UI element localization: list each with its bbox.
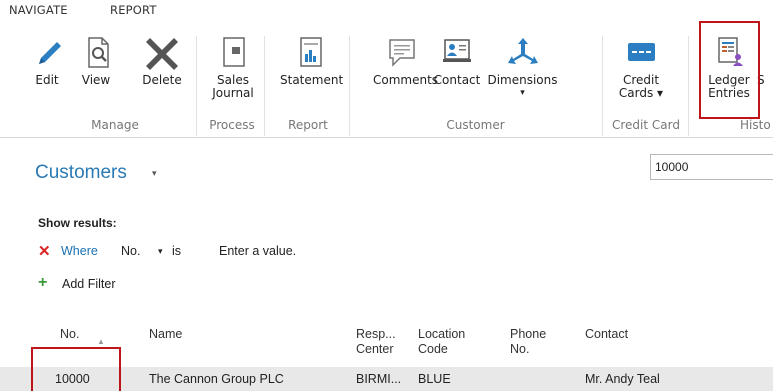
filter-field[interactable]: No.: [121, 244, 140, 258]
add-filter-label: Add Filter: [62, 277, 116, 291]
contact-card-icon: [443, 39, 471, 62]
filter-operator[interactable]: is: [172, 244, 181, 258]
comments-button[interactable]: Comments: [373, 34, 439, 87]
column-header-location-code[interactable]: Location Code: [418, 327, 465, 357]
separator: [602, 36, 603, 136]
highlight-no-cell: [31, 347, 121, 391]
cell-contact[interactable]: Mr. Andy Teal: [585, 372, 660, 386]
column-header-phone-no[interactable]: Phone No.: [510, 327, 546, 357]
contact-button[interactable]: Contact: [432, 34, 482, 87]
column-header-contact[interactable]: Contact: [585, 327, 628, 342]
resp-header-line2: Center: [356, 342, 394, 356]
sort-ascending-icon: ▲: [97, 337, 105, 346]
filter-value-input[interactable]: Enter a value.: [219, 244, 296, 258]
ribbon-divider: [0, 137, 773, 138]
page: NAVIGATE REPORT Edit View Delete Sales J…: [0, 0, 773, 391]
column-header-resp-center[interactable]: Resp... Center: [356, 327, 396, 357]
credit-cards-button[interactable]: Credit Cards ▾: [614, 34, 668, 100]
pencil-icon: [39, 42, 61, 64]
chevron-down-icon: ▾: [520, 88, 525, 98]
statement-chart-icon: [300, 37, 322, 67]
delete-label: Delete: [142, 73, 182, 87]
comment-bubble-icon: [389, 39, 415, 67]
group-label-credit-card: Credit Card: [612, 118, 680, 132]
delete-x-icon: [146, 38, 178, 70]
filter-row: ✕ Where No. ▾ is Enter a value.: [38, 242, 438, 264]
phone-header-line1: Phone: [510, 327, 547, 341]
separator: [349, 36, 350, 136]
location-header-line2: Code: [418, 342, 448, 356]
highlight-ledger-entries: [699, 21, 760, 119]
group-label-customer: Customer: [446, 118, 505, 132]
dimensions-label: Dimensions: [487, 73, 558, 87]
tab-navigate[interactable]: NAVIGATE: [9, 3, 68, 17]
delete-button[interactable]: Delete: [137, 34, 187, 87]
comments-label: Comments: [373, 73, 439, 87]
statement-button[interactable]: Statement: [280, 34, 344, 87]
resp-header-line1: Resp...: [356, 327, 396, 341]
search-input[interactable]: [650, 154, 773, 180]
field-chevron-down-icon[interactable]: ▾: [158, 246, 163, 257]
remove-filter-icon[interactable]: ✕: [38, 242, 51, 260]
edit-label: Edit: [35, 73, 59, 87]
column-header-no[interactable]: No.: [60, 327, 79, 342]
separator: [196, 36, 197, 136]
contact-label: Contact: [433, 73, 481, 87]
cell-name[interactable]: The Cannon Group PLC: [149, 372, 284, 386]
journal-icon: [223, 37, 245, 67]
ribbon: NAVIGATE REPORT Edit View Delete Sales J…: [0, 0, 773, 136]
ribbon-body: Edit View Delete Sales Journal Statement…: [0, 22, 773, 136]
plus-icon: +: [38, 274, 48, 291]
page-title[interactable]: Customers: [35, 162, 127, 184]
dimensions-arrows-icon: [507, 38, 538, 64]
dimensions-button[interactable]: Dimensions ▾: [485, 34, 560, 100]
separator: [688, 36, 689, 136]
view-button[interactable]: View: [78, 34, 114, 87]
credit-cards-label-line2: Cards ▾: [618, 86, 664, 100]
view-document-icon: [88, 37, 109, 68]
tab-report[interactable]: REPORT: [110, 3, 157, 17]
where-label: Where: [61, 244, 98, 258]
separator: [264, 36, 265, 136]
group-label-history: Histo: [740, 118, 771, 132]
column-header-name[interactable]: Name: [149, 327, 182, 342]
view-label: View: [81, 73, 111, 87]
sales-journal-label-line2: Journal: [212, 86, 254, 100]
phone-header-line2: No.: [510, 342, 530, 356]
edit-button[interactable]: Edit: [27, 34, 67, 87]
group-label-manage: Manage: [91, 118, 139, 132]
group-label-process: Process: [209, 118, 255, 132]
location-header-line1: Location: [418, 327, 466, 341]
show-results-label: Show results:: [38, 216, 117, 230]
group-label-report: Report: [288, 118, 328, 132]
statement-label: Statement: [280, 73, 344, 87]
sales-journal-button[interactable]: Sales Journal: [210, 34, 256, 100]
credit-card-icon: [628, 43, 655, 61]
title-chevron-down-icon[interactable]: ▾: [152, 169, 157, 179]
cell-resp-center[interactable]: BIRMI...: [356, 372, 401, 386]
cell-location-code[interactable]: BLUE: [418, 372, 451, 386]
